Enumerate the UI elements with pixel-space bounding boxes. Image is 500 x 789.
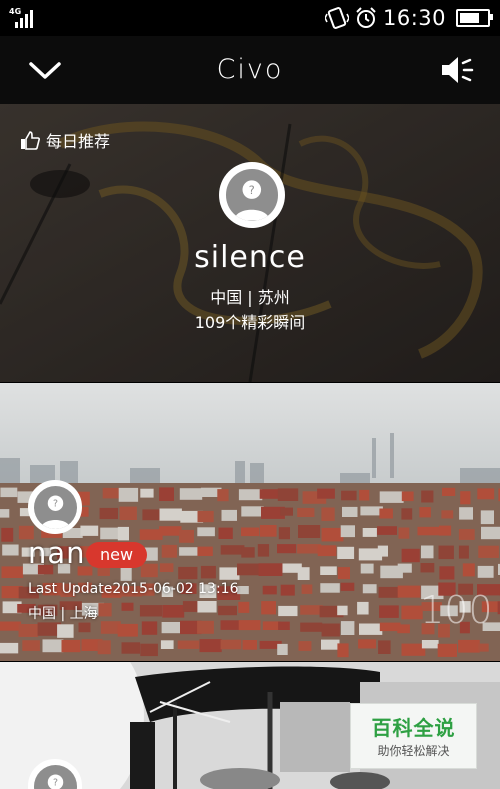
speaker-icon[interactable] xyxy=(440,54,474,86)
daily-recommend-label: 每日推荐 xyxy=(46,132,111,151)
daily-recommend-tag: 每日推荐 xyxy=(20,128,110,152)
user-name: silence xyxy=(194,240,306,275)
clock: 16:30 xyxy=(382,6,446,30)
watermark-subtitle: 助你轻松解决 xyxy=(377,744,450,758)
avatar[interactable]: ? xyxy=(28,480,82,534)
feed-card-nan[interactable]: ? nan new Last Update2015-06-02 13:16 中国… xyxy=(0,383,500,661)
user-location: 中国 | 上海 xyxy=(28,606,98,622)
alarm-icon xyxy=(356,7,376,28)
app-bar: Civo xyxy=(0,36,500,104)
thumbs-up-icon xyxy=(21,131,40,150)
user-location: 中国 | 苏州 xyxy=(210,288,290,307)
svg-text:?: ? xyxy=(249,183,255,197)
status-bar: 4G 16:30 xyxy=(0,0,500,36)
battery-fill xyxy=(460,13,479,23)
baike-watermark-logo: 百科全说 助你轻松解决 xyxy=(350,703,477,769)
last-update-text: Last Update2015-06-02 13:16 xyxy=(28,581,239,597)
vibrate-icon xyxy=(324,7,349,29)
watermark-title: 百科全说 xyxy=(371,716,456,740)
default-avatar-icon: ? xyxy=(47,773,63,789)
signal-icon: 4G xyxy=(9,7,35,28)
new-badge: new xyxy=(86,542,148,568)
avatar[interactable]: ? xyxy=(219,162,285,228)
default-avatar-icon: ? xyxy=(40,494,70,529)
svg-text:?: ? xyxy=(52,777,57,788)
app-title: Civo xyxy=(216,54,284,85)
svg-text:?: ? xyxy=(52,498,57,509)
moments-count: 100 xyxy=(420,588,493,632)
feed-card-silence[interactable]: 每日推荐 ? silence 中国 | 苏州 109个精彩瞬间 xyxy=(0,104,500,382)
network-type: 4G xyxy=(9,7,22,16)
battery-icon xyxy=(456,9,493,27)
user-name: nan xyxy=(28,536,86,570)
default-avatar-icon: ? xyxy=(234,180,270,221)
moments-count: 109个精彩瞬间 xyxy=(194,313,306,332)
